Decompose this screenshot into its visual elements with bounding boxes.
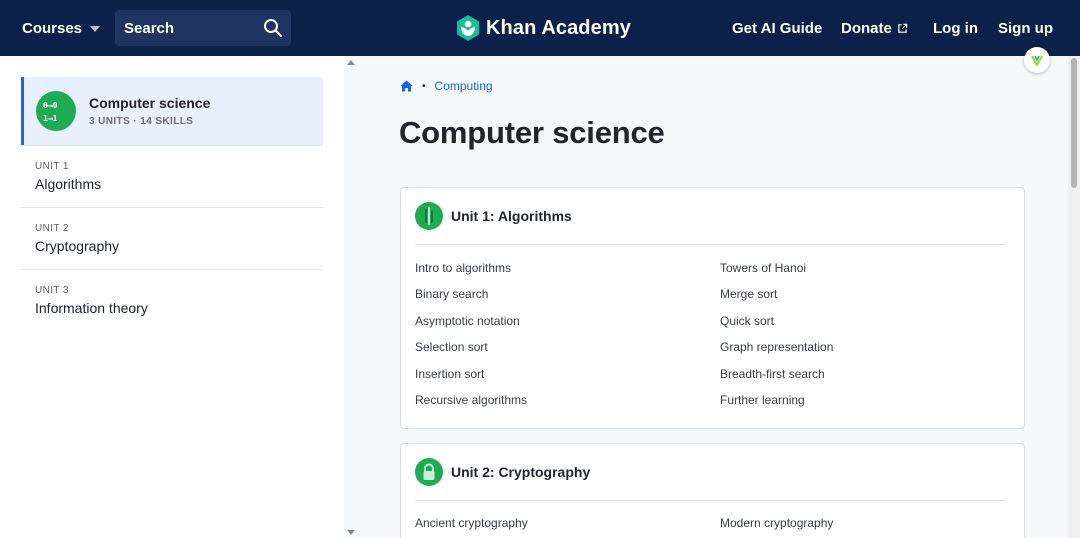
scrollbar-thumb[interactable] [1071,58,1077,188]
lesson-link[interactable]: Towers of Hanoi [720,261,806,275]
scroll-down-arrow-icon[interactable] [347,530,355,535]
courses-menu-button[interactable]: Courses [22,0,101,56]
sign-up-label: Sign up [998,19,1053,37]
lesson-link[interactable]: Recursive algorithms [415,393,527,407]
logo-text: Khan Academy [486,16,631,39]
unit-1-title[interactable]: Unit 1: Algorithms [451,208,572,224]
unit-card-cryptography: Unit 2: Cryptography Ancient cryptograph… [400,443,1025,538]
sidebar-item-unit-2[interactable]: UNIT 2 Cryptography [21,208,323,270]
sidebar-course-meta: 3 UNITS · 14 SKILLS [89,116,194,127]
page-scrollbar[interactable] [1068,56,1080,538]
padlock-icon [415,458,443,486]
unit-label: UNIT 1 [35,161,69,172]
unit-label: UNIT 2 [35,223,69,234]
lesson-link[interactable]: Modern cryptography [720,516,833,530]
unit-name: Information theory [35,300,148,316]
breadcrumb-computing-link[interactable]: Computing [435,79,493,93]
course-sidebar: 0⟶0 1⟶1 Computer science 3 UNITS · 14 SK… [0,56,344,538]
sign-up-link[interactable]: Sign up [998,0,1053,56]
lesson-link[interactable]: Asymptotic notation [415,314,520,328]
top-navigation-bar: Courses Search Khan Academy Get AI Guide… [0,0,1080,56]
get-ai-guide-label: Get AI Guide [732,19,823,37]
lesson-link[interactable]: Further learning [720,393,805,407]
courses-label: Courses [22,19,83,37]
breadcrumb: • Computing [400,78,493,94]
unit-2-title[interactable]: Unit 2: Cryptography [451,464,590,480]
binary-arrows-icon: 0⟶0 1⟶1 [36,91,76,131]
lesson-link[interactable]: Intro to algorithms [415,261,511,275]
lesson-link[interactable]: Merge sort [720,287,777,301]
lesson-link[interactable]: Ancient cryptography [415,516,528,530]
lesson-link[interactable]: Selection sort [415,340,488,354]
lesson-link[interactable]: Breadth-first search [720,367,825,381]
lesson-link[interactable]: Insertion sort [415,367,484,381]
khan-academy-logo[interactable]: Khan Academy [456,0,631,56]
sidebar-item-unit-3[interactable]: UNIT 3 Information theory [21,270,323,332]
lesson-link[interactable]: Quick sort [720,314,774,328]
search-input[interactable]: Search [115,10,291,46]
khan-academy-logo-icon [457,15,479,41]
divider [415,244,1005,245]
donate-link[interactable]: Donate [841,0,908,56]
sidebar-course-title: Computer science [89,95,211,111]
course-icon-line-2: 1⟶1 [43,114,58,123]
chevron-down-icon [90,26,101,32]
algorithm-bars-icon [415,202,443,230]
log-in-link[interactable]: Log in [933,0,978,56]
page-title: Computer science [399,115,665,150]
sidebar-course-item[interactable]: 0⟶0 1⟶1 Computer science 3 UNITS · 14 SK… [21,77,323,145]
sidebar-scrollbar[interactable] [344,56,356,538]
log-in-label: Log in [933,19,978,37]
sidebar-item-unit-1[interactable]: UNIT 1 Algorithms [21,146,323,208]
unit-card-algorithms: Unit 1: Algorithms Intro to algorithms B… [400,187,1025,429]
external-link-icon [898,23,908,33]
unit-name: Algorithms [35,176,102,192]
extension-badge-button[interactable] [1024,47,1050,73]
unit-label: UNIT 3 [35,285,69,296]
get-ai-guide-link[interactable]: Get AI Guide [732,0,822,56]
divider [415,500,1005,501]
unit-name: Cryptography [35,238,120,254]
breadcrumb-separator: • [422,80,426,92]
search-label: Search [124,19,175,37]
course-icon-line-1: 0⟶0 [43,101,58,110]
lesson-link[interactable]: Graph representation [720,340,833,354]
lesson-link[interactable]: Binary search [415,287,488,301]
scroll-up-arrow-icon[interactable] [347,60,355,65]
search-icon [264,19,283,38]
check-v-icon [1031,55,1043,67]
donate-label: Donate [841,19,892,37]
home-icon[interactable] [400,80,413,92]
